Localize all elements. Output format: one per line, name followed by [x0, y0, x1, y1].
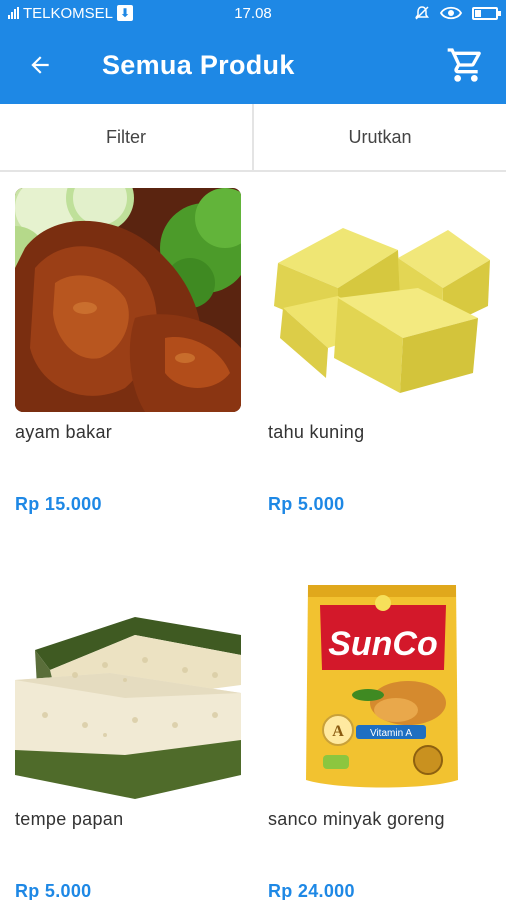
product-price: Rp 15.000 — [15, 494, 102, 514]
carrier-name: TELKOMSEL — [23, 4, 114, 22]
sort-button[interactable]: Urutkan — [254, 104, 506, 170]
silent-bell-icon — [415, 6, 429, 20]
product-card[interactable]: tempe papan Rp 5.000 — [15, 575, 241, 900]
signal-icon — [8, 7, 19, 19]
status-bar: TELKOMSEL ⬇ 17.08 — [0, 0, 506, 26]
filter-sort-bar: Filter Urutkan — [0, 104, 506, 172]
app-bar: Semua Produk — [0, 26, 506, 104]
vitamin-mark: A — [332, 723, 344, 740]
product-name: sanco minyak goreng — [268, 809, 445, 829]
product-card[interactable]: tahu kuning Rp 5.000 — [268, 188, 494, 514]
arrow-left-icon — [31, 56, 49, 74]
product-name: tahu kuning — [268, 422, 365, 442]
shopping-cart-icon — [447, 48, 481, 82]
vitamin-label: Vitamin A — [370, 728, 412, 739]
brand-logo: SunCo — [328, 625, 438, 663]
battery-icon — [472, 6, 501, 20]
page-title: Semua Produk — [102, 49, 295, 80]
back-button[interactable] — [0, 26, 80, 104]
filter-button[interactable]: Filter — [0, 104, 252, 170]
product-name: ayam bakar — [15, 422, 113, 442]
status-bar-right — [414, 5, 501, 21]
cooking-oil-pouch-image: SunCo A Vitamin A — [268, 575, 494, 799]
product-card[interactable]: ayam bakar Rp 15.000 — [15, 188, 241, 514]
download-icon: ⬇ — [117, 5, 134, 21]
eye-icon — [440, 6, 462, 20]
grilled-chicken-image — [15, 188, 241, 412]
product-price: Rp 5.000 — [268, 494, 345, 514]
product-price: Rp 24.000 — [268, 881, 355, 900]
product-card[interactable]: SunCo A Vitamin A sanco minyak goreng Rp… — [268, 575, 494, 900]
status-bar-left: TELKOMSEL ⬇ — [8, 5, 208, 22]
product-name: tempe papan — [15, 809, 124, 829]
cart-button[interactable] — [426, 26, 506, 104]
product-price: Rp 5.000 — [15, 881, 92, 900]
yellow-tofu-image — [268, 188, 494, 412]
tempeh-image — [15, 575, 241, 799]
